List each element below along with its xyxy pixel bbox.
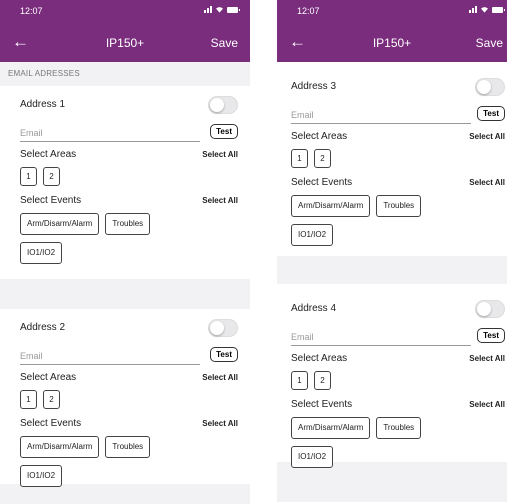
email-field[interactable] (20, 124, 200, 142)
phone-screen-left: 12:07 ← IP150+ Save EMAIL ADRESSES Addre… (0, 0, 250, 504)
battery-icon (227, 6, 240, 13)
battery-icon (492, 6, 505, 13)
section-gap (277, 256, 507, 284)
test-button[interactable]: Test (477, 328, 505, 343)
select-areas-label: Select Areas (291, 131, 348, 142)
toggle-knob (210, 98, 224, 112)
event-chip[interactable]: IO1/IO2 (20, 242, 63, 264)
select-events-label: Select Events (291, 399, 353, 410)
enable-toggle[interactable] (475, 300, 505, 318)
save-button[interactable]: Save (476, 36, 503, 50)
status-bar: 12:07 (277, 4, 507, 20)
phone-screen-right: 12:07 ← IP150+ Save Address 3 Test Selec… (277, 0, 507, 504)
select-areas-label: Select Areas (20, 149, 77, 160)
select-all-areas-button[interactable]: Select All (202, 150, 238, 159)
select-areas-label: Select Areas (20, 372, 77, 383)
toggle-knob (477, 80, 491, 94)
status-bar: 12:07 (0, 4, 250, 20)
wifi-icon (481, 7, 488, 13)
area-chip[interactable]: 1 (20, 167, 37, 186)
event-chip[interactable]: Arm/Disarm/Alarm (20, 436, 100, 458)
event-chip[interactable]: Arm/Disarm/Alarm (20, 213, 100, 235)
address-title: Address 1 (20, 99, 66, 110)
select-all-events-button[interactable]: Select All (202, 419, 238, 428)
email-field[interactable] (20, 347, 200, 365)
select-all-events-button[interactable]: Select All (469, 400, 505, 409)
enable-toggle[interactable] (208, 319, 238, 337)
select-events-label: Select Events (291, 177, 353, 188)
email-field[interactable] (291, 106, 471, 124)
address-card-3: Address 3 Test Select Areas Select All 1… (277, 62, 507, 256)
section-gap (0, 279, 250, 309)
area-chip[interactable]: 2 (43, 390, 60, 409)
select-all-areas-button[interactable]: Select All (202, 373, 238, 382)
area-chip[interactable]: 1 (291, 371, 308, 390)
select-all-events-button[interactable]: Select All (469, 178, 505, 187)
enable-toggle[interactable] (208, 96, 238, 114)
save-button[interactable]: Save (211, 36, 238, 50)
address-title: Address 2 (20, 322, 66, 333)
select-all-areas-button[interactable]: Select All (469, 354, 505, 363)
email-field[interactable] (291, 328, 471, 346)
select-areas-label: Select Areas (291, 353, 348, 364)
toggle-knob (477, 302, 491, 316)
event-chip[interactable]: Troubles (376, 417, 422, 439)
address-title: Address 4 (291, 303, 337, 314)
app-bar: 12:07 ← IP150+ Save (0, 0, 250, 62)
area-chip[interactable]: 1 (291, 149, 308, 168)
event-chip[interactable]: Arm/Disarm/Alarm (291, 195, 371, 217)
toggle-knob (210, 321, 224, 335)
event-chip[interactable]: Troubles (376, 195, 422, 217)
event-chip[interactable]: Troubles (105, 213, 151, 235)
test-button[interactable]: Test (210, 124, 238, 139)
select-all-events-button[interactable]: Select All (202, 196, 238, 205)
status-time: 12:07 (297, 6, 320, 16)
address-card-2: Address 2 Test Select Areas Select All 1… (0, 309, 250, 487)
app-bar: 12:07 ← IP150+ Save (277, 0, 507, 62)
select-all-areas-button[interactable]: Select All (469, 132, 505, 141)
test-button[interactable]: Test (210, 347, 238, 362)
event-chip[interactable]: Troubles (105, 436, 151, 458)
area-chip[interactable]: 2 (314, 371, 331, 390)
address-title: Address 3 (291, 81, 337, 92)
event-chip[interactable]: IO1/IO2 (20, 465, 63, 487)
select-events-label: Select Events (20, 195, 82, 206)
address-card-4: Address 4 Test Select Areas Select All 1… (277, 284, 507, 468)
area-chip[interactable]: 2 (314, 149, 331, 168)
area-chip[interactable]: 1 (20, 390, 37, 409)
enable-toggle[interactable] (475, 78, 505, 96)
event-chip[interactable]: Arm/Disarm/Alarm (291, 417, 371, 439)
app-title: IP150+ (372, 36, 412, 50)
signal-icon (469, 6, 477, 13)
event-chip[interactable]: IO1/IO2 (291, 446, 334, 468)
address-card-1: Address 1 Test Select Areas Select All 1… (0, 86, 250, 279)
status-time: 12:07 (20, 6, 43, 16)
test-button[interactable]: Test (477, 106, 505, 121)
select-events-label: Select Events (20, 418, 82, 429)
signal-icon (204, 6, 212, 13)
event-chip[interactable]: IO1/IO2 (291, 224, 334, 246)
section-header: EMAIL ADRESSES (0, 62, 250, 86)
wifi-icon (216, 7, 223, 13)
area-chip[interactable]: 2 (43, 167, 60, 186)
